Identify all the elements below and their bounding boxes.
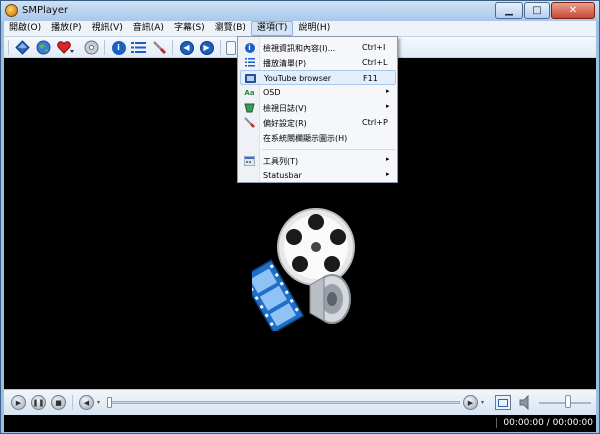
menu-bar: 開啟(O) 播放(P) 視訊(V) 音訊(A) 字幕(S) 瀏覽(B) 選項(T… bbox=[4, 21, 596, 37]
stop-icon[interactable]: ■ bbox=[51, 395, 66, 410]
menu-separator bbox=[262, 149, 395, 150]
seek-slider-thumb[interactable] bbox=[107, 397, 112, 408]
forward-dropdown-icon[interactable]: ▾ bbox=[481, 399, 484, 406]
menu-item-osd[interactable]: Aa OSD ▸ bbox=[240, 85, 396, 100]
smplayer-window: SMPlayer ▁ □ ✕ 開啟(O) 播放(P) 視訊(V) 音訊(A) 字… bbox=[0, 0, 600, 434]
submenu-arrow-icon: ▸ bbox=[386, 170, 390, 178]
forward-icon[interactable]: ▶ bbox=[463, 395, 478, 410]
menu-item-playlist[interactable]: 播放清單(P) Ctrl+L bbox=[240, 55, 396, 70]
seek-slider[interactable] bbox=[107, 397, 460, 408]
status-bar: 00:00:00 / 00:00:00 bbox=[4, 415, 596, 432]
menu-item-toolbars[interactable]: 工具列(T) ▸ bbox=[240, 153, 396, 168]
info-icon[interactable]: i bbox=[110, 39, 127, 56]
close-button[interactable]: ✕ bbox=[551, 2, 595, 19]
menu-item-view-log[interactable]: 檢視日誌(V) ▸ bbox=[240, 100, 396, 115]
preferences-icon[interactable] bbox=[151, 39, 168, 56]
menu-item-label: Statusbar bbox=[263, 171, 302, 180]
menu-subtitles[interactable]: 字幕(S) bbox=[169, 21, 210, 36]
menu-item-label: 在系統閘欄顯示圖示(H) bbox=[263, 134, 348, 143]
playlist-icon bbox=[244, 57, 255, 68]
menu-item-label: 播放清單(P) bbox=[263, 59, 307, 68]
submenu-arrow-icon: ▸ bbox=[386, 87, 390, 95]
previous-icon[interactable]: ◀ bbox=[178, 39, 195, 56]
menu-item-label: 檢視日誌(V) bbox=[263, 104, 307, 113]
menu-item-preferences[interactable]: 偏好設定(R) Ctrl+P bbox=[240, 115, 396, 130]
menu-browse[interactable]: 瀏覽(B) bbox=[210, 21, 251, 36]
toolbar-separator bbox=[172, 40, 173, 55]
youtube-icon bbox=[245, 73, 256, 84]
toolbar-icon bbox=[244, 155, 255, 166]
submenu-arrow-icon: ▸ bbox=[386, 155, 390, 163]
fullscreen-icon[interactable] bbox=[495, 395, 511, 410]
menu-video[interactable]: 視訊(V) bbox=[87, 21, 128, 36]
menu-item-shortcut: Ctrl+L bbox=[362, 58, 388, 67]
open-icon[interactable] bbox=[14, 39, 31, 56]
menu-item-label: 檢視資訊和內容(I)... bbox=[263, 44, 336, 53]
toolbar-button-partial[interactable] bbox=[225, 39, 237, 56]
favorites-heart-icon[interactable] bbox=[57, 39, 74, 56]
options-menu-dropdown: i 檢視資訊和內容(I)... Ctrl+I 播放清單(P) Ctrl+L Yo… bbox=[237, 36, 398, 183]
info-icon: i bbox=[244, 42, 255, 53]
menu-help[interactable]: 說明(H) bbox=[293, 21, 335, 36]
toolbar-grip bbox=[8, 40, 9, 55]
smplayer-logo bbox=[252, 208, 355, 331]
title-bar[interactable]: SMPlayer ▁ □ ✕ bbox=[1, 1, 599, 21]
play-icon[interactable]: ▶ bbox=[11, 395, 26, 410]
menu-audio[interactable]: 音訊(A) bbox=[128, 21, 169, 36]
menu-item-label: YouTube browser bbox=[264, 74, 332, 83]
menu-item-youtube-browser[interactable]: YouTube browser F11 bbox=[240, 70, 396, 85]
menu-item-shortcut: Ctrl+I bbox=[362, 43, 386, 52]
rewind-icon[interactable]: ◀ bbox=[79, 395, 94, 410]
smplayer-app-icon bbox=[5, 4, 18, 17]
menu-item-label: 工具列(T) bbox=[263, 157, 299, 166]
disc-icon[interactable] bbox=[83, 39, 100, 56]
minimize-button[interactable]: ▁ bbox=[495, 2, 523, 19]
menu-play[interactable]: 播放(P) bbox=[46, 21, 86, 36]
window-title: SMPlayer bbox=[22, 5, 69, 16]
menu-options[interactable]: 選項(T) bbox=[250, 21, 294, 36]
osd-icon: Aa bbox=[244, 88, 255, 97]
menu-item-label: 偏好設定(R) bbox=[263, 119, 307, 128]
control-bar: ▶ ❚❚ ■ ◀ ▾ ▶ ▾ bbox=[4, 389, 596, 415]
menu-item-shortcut: F11 bbox=[363, 74, 378, 83]
globe-icon[interactable] bbox=[35, 39, 52, 56]
control-separator bbox=[72, 395, 73, 410]
volume-slider-thumb[interactable] bbox=[564, 395, 571, 408]
preferences-icon bbox=[244, 117, 255, 128]
menu-item-view-info[interactable]: i 檢視資訊和內容(I)... Ctrl+I bbox=[240, 40, 396, 55]
pause-icon[interactable]: ❚❚ bbox=[31, 395, 46, 410]
submenu-arrow-icon: ▸ bbox=[386, 102, 390, 110]
time-display: 00:00:00 / 00:00:00 bbox=[496, 418, 593, 428]
next-icon[interactable]: ▶ bbox=[198, 39, 215, 56]
menu-item-shortcut: Ctrl+P bbox=[362, 118, 388, 127]
playlist-icon[interactable] bbox=[130, 39, 147, 56]
log-icon bbox=[244, 102, 255, 113]
menu-item-statusbar[interactable]: Statusbar ▸ bbox=[240, 168, 396, 183]
volume-icon[interactable] bbox=[519, 394, 533, 411]
menu-item-systray-icon[interactable]: 在系統閘欄顯示圖示(H) bbox=[240, 130, 396, 145]
toolbar-separator bbox=[104, 40, 105, 55]
maximize-button[interactable]: □ bbox=[524, 2, 550, 19]
toolbar-separator bbox=[220, 40, 221, 55]
rewind-dropdown-icon[interactable]: ▾ bbox=[97, 399, 100, 406]
menu-item-label: OSD bbox=[263, 88, 281, 97]
menu-open[interactable]: 開啟(O) bbox=[4, 21, 46, 36]
